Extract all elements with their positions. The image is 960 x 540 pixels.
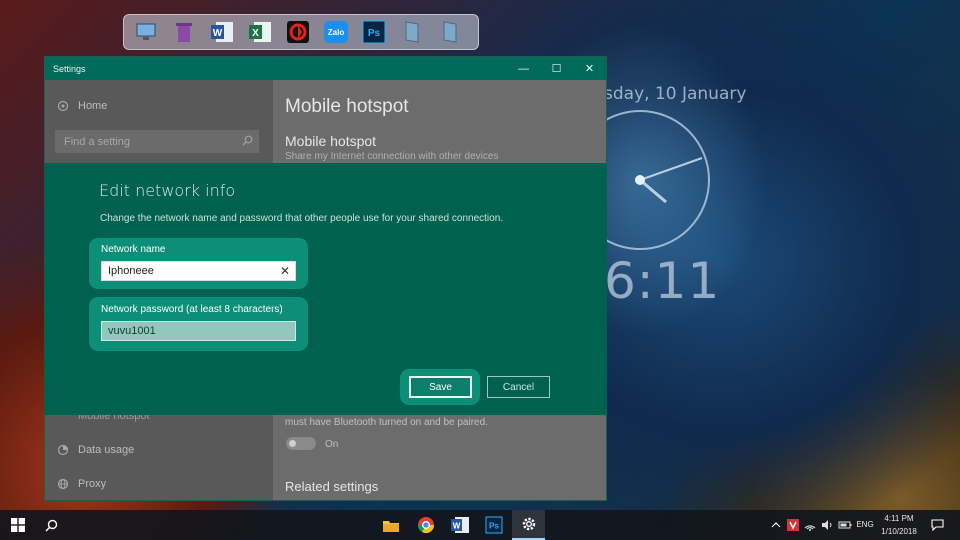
network-name-field[interactable]: Iphoneee ✕ (101, 261, 296, 281)
page-title: Mobile hotspot (285, 96, 409, 117)
svg-text:X: X (252, 28, 259, 39)
bluetooth-text: must have Bluetooth turned on and be pai… (285, 417, 488, 428)
network-password-value: vuvu1001 (108, 325, 156, 337)
photoshop-taskbar-icon[interactable]: Ps (479, 510, 509, 540)
network-name-label: Network name (101, 244, 166, 255)
save-button[interactable]: Save (409, 376, 472, 398)
garena-icon[interactable] (282, 18, 314, 46)
network-password-field[interactable]: vuvu1001 (101, 321, 296, 341)
search-placeholder: Find a setting (64, 135, 131, 148)
word-icon[interactable]: W (206, 18, 238, 46)
monitor-icon[interactable] (130, 18, 162, 46)
clock-date: sday, 10 January (604, 84, 747, 104)
clear-icon[interactable]: ✕ (280, 264, 290, 278)
save-button-focus: Save (400, 369, 480, 405)
related-settings-heading: Related settings (285, 479, 379, 494)
close-button[interactable]: ✕ (573, 57, 606, 80)
search-icon (44, 519, 57, 532)
gear-icon (57, 100, 69, 112)
windows-icon (11, 518, 25, 532)
book-icon[interactable] (396, 18, 428, 46)
globe-icon (57, 478, 69, 490)
title-bar: Settings — ☐ ✕ (45, 57, 606, 80)
cancel-button[interactable]: Cancel (487, 376, 550, 398)
svg-text:W: W (213, 28, 223, 39)
battery-icon[interactable] (837, 510, 853, 540)
volume-icon[interactable] (820, 510, 834, 540)
minimize-button[interactable]: — (507, 57, 540, 80)
chrome-icon[interactable] (411, 510, 441, 540)
remote-toggle[interactable] (286, 437, 316, 450)
edit-network-dialog: Edit network info Change the network nam… (44, 163, 607, 415)
network-password-label: Network password (at least 8 characters) (101, 304, 283, 315)
notification-icon[interactable] (926, 510, 948, 540)
svg-text:W: W (453, 522, 461, 531)
clock-time: 6:11 (604, 252, 721, 310)
svg-text:Ps: Ps (368, 28, 381, 39)
start-button[interactable] (0, 510, 36, 540)
zalo-icon[interactable]: Zalo (320, 18, 352, 46)
dialog-title: Edit network info (99, 181, 236, 200)
network-name-value: Iphoneee (108, 265, 154, 277)
taskbar: W Ps ENG 4:11 PM 1/10/2018 (0, 510, 960, 540)
svg-text:Zalo: Zalo (328, 28, 345, 37)
data-usage-icon (57, 444, 69, 456)
settings-icon[interactable] (512, 510, 545, 540)
network-name-group: Network name Iphoneee ✕ (89, 238, 308, 289)
sidebar-item-proxy[interactable]: Proxy (57, 478, 106, 490)
search-button[interactable] (36, 510, 66, 540)
search-icon (242, 135, 253, 146)
sidebar-item-label: Proxy (78, 478, 107, 490)
dialog-description: Change the network name and password tha… (100, 213, 504, 224)
svg-text:Ps: Ps (489, 522, 499, 531)
book-icon[interactable] (434, 18, 466, 46)
maximize-button[interactable]: ☐ (540, 57, 573, 80)
vivaldi-icon[interactable] (786, 510, 800, 540)
dock: W X Zalo Ps (123, 14, 479, 50)
language-indicator[interactable]: ENG (854, 520, 876, 529)
section-subtitle: Share my Internet connection with other … (285, 151, 499, 162)
sidebar-item-label: Home (78, 100, 108, 112)
sidebar-item-home[interactable]: Home (57, 100, 107, 112)
sidebar-item-label: Data usage (78, 444, 135, 456)
window-title: Settings (53, 63, 86, 74)
file-explorer-icon[interactable] (376, 510, 406, 540)
word-taskbar-icon[interactable]: W (445, 510, 475, 540)
chevron-up-icon[interactable] (768, 510, 784, 540)
network-password-group: Network password (at least 8 characters)… (89, 297, 308, 351)
tray-date[interactable]: 1/10/2018 (876, 527, 922, 536)
excel-icon[interactable]: X (244, 18, 276, 46)
recycle-bin-icon[interactable] (168, 18, 200, 46)
photoshop-icon[interactable]: Ps (358, 18, 390, 46)
toggle-label: On (325, 439, 339, 450)
search-input[interactable]: Find a setting (55, 130, 259, 153)
section-title: Mobile hotspot (285, 133, 377, 149)
tray-time[interactable]: 4:11 PM (876, 514, 922, 523)
sidebar-item-data-usage[interactable]: Data usage (57, 444, 134, 456)
network-icon[interactable] (803, 510, 817, 540)
